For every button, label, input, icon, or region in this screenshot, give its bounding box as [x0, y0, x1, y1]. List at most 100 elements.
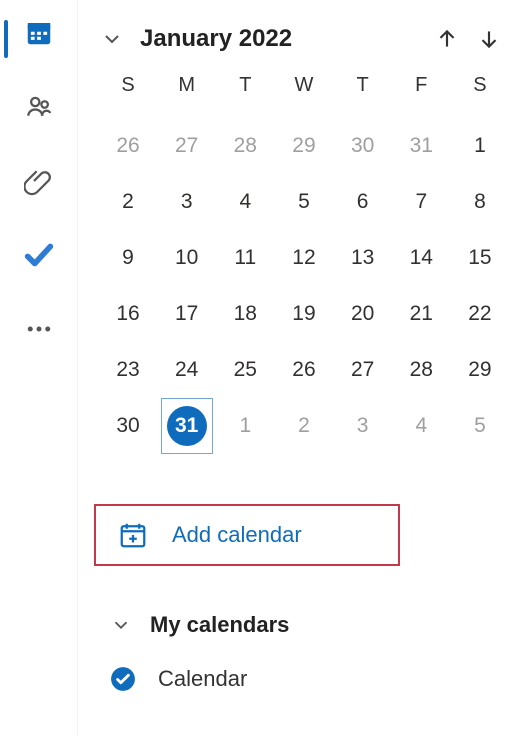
dow-header: S	[454, 74, 506, 118]
day-cell[interactable]: 3	[337, 398, 389, 454]
day-number: 23	[106, 348, 150, 392]
day-cell[interactable]: 29	[278, 118, 330, 174]
day-cell[interactable]: 9	[102, 230, 154, 286]
arrow-down-icon	[476, 26, 502, 52]
day-cell[interactable]: 4	[219, 174, 271, 230]
day-number: 27	[165, 124, 209, 168]
day-number: 4	[399, 404, 443, 448]
day-cell[interactable]: 5	[278, 174, 330, 230]
day-cell[interactable]: 31	[161, 398, 213, 454]
calendar-item-label: Calendar	[158, 666, 247, 692]
day-number: 28	[399, 348, 443, 392]
nav-more[interactable]	[18, 308, 60, 350]
day-cell[interactable]: 21	[395, 286, 447, 342]
day-cell[interactable]: 2	[278, 398, 330, 454]
day-cell[interactable]: 2	[102, 174, 154, 230]
day-cell[interactable]: 27	[161, 118, 213, 174]
month-grid: SMTWTFS 26272829303112345678910111213141…	[102, 74, 506, 454]
day-number: 21	[399, 292, 443, 336]
day-cell[interactable]: 3	[161, 174, 213, 230]
day-cell[interactable]: 4	[395, 398, 447, 454]
day-number: 24	[165, 348, 209, 392]
ellipsis-icon	[24, 314, 54, 344]
day-number: 5	[282, 180, 326, 224]
prev-month-button[interactable]	[430, 22, 464, 56]
nav-attachments[interactable]	[18, 160, 60, 202]
day-cell[interactable]: 6	[337, 174, 389, 230]
day-number: 9	[106, 236, 150, 280]
day-cell[interactable]: 23	[102, 342, 154, 398]
day-cell[interactable]: 11	[219, 230, 271, 286]
add-calendar-label: Add calendar	[172, 522, 302, 548]
dow-header: F	[395, 74, 447, 118]
day-number: 13	[341, 236, 385, 280]
day-cell[interactable]: 18	[219, 286, 271, 342]
day-cell[interactable]: 22	[454, 286, 506, 342]
chevron-down-icon	[100, 27, 124, 51]
day-cell[interactable]: 7	[395, 174, 447, 230]
day-cell[interactable]: 13	[337, 230, 389, 286]
day-cell[interactable]: 27	[337, 342, 389, 398]
day-cell[interactable]: 1	[454, 118, 506, 174]
day-number: 31	[167, 406, 207, 446]
day-cell[interactable]: 28	[219, 118, 271, 174]
chevron-down-icon	[110, 614, 132, 636]
day-cell[interactable]: 31	[395, 118, 447, 174]
day-number: 29	[458, 348, 502, 392]
my-calendars-section-toggle[interactable]: My calendars	[98, 612, 506, 638]
next-month-button[interactable]	[472, 22, 506, 56]
day-number: 26	[106, 124, 150, 168]
month-header: January 2022	[98, 0, 506, 74]
calendar-list-item[interactable]: Calendar	[98, 666, 506, 692]
day-number: 14	[399, 236, 443, 280]
app-nav-rail	[0, 0, 78, 736]
checkmark-icon	[22, 238, 56, 272]
day-cell[interactable]: 19	[278, 286, 330, 342]
day-number: 28	[223, 124, 267, 168]
day-number: 30	[341, 124, 385, 168]
day-number: 18	[223, 292, 267, 336]
calendar-panel: January 2022 SMTWTFS 2627282930311234567…	[78, 0, 526, 736]
month-picker-toggle[interactable]	[98, 25, 126, 53]
day-cell[interactable]: 1	[219, 398, 271, 454]
day-cell[interactable]: 15	[454, 230, 506, 286]
day-cell[interactable]: 26	[278, 342, 330, 398]
add-calendar-button[interactable]: Add calendar	[96, 520, 398, 550]
day-number: 1	[223, 404, 267, 448]
day-cell[interactable]: 12	[278, 230, 330, 286]
day-cell[interactable]: 24	[161, 342, 213, 398]
day-cell[interactable]: 26	[102, 118, 154, 174]
day-number: 2	[282, 404, 326, 448]
people-icon	[24, 92, 54, 122]
day-cell[interactable]: 14	[395, 230, 447, 286]
dow-header: S	[102, 74, 154, 118]
day-cell[interactable]: 28	[395, 342, 447, 398]
day-number: 30	[106, 404, 150, 448]
day-number: 1	[458, 124, 502, 168]
day-cell[interactable]: 30	[337, 118, 389, 174]
day-number: 5	[458, 404, 502, 448]
add-calendar-highlight: Add calendar	[94, 504, 400, 566]
day-number: 11	[223, 236, 267, 280]
day-cell[interactable]: 8	[454, 174, 506, 230]
day-cell[interactable]: 5	[454, 398, 506, 454]
day-cell[interactable]: 10	[161, 230, 213, 286]
day-number: 16	[106, 292, 150, 336]
day-cell[interactable]: 25	[219, 342, 271, 398]
day-cell[interactable]: 17	[161, 286, 213, 342]
day-cell[interactable]: 29	[454, 342, 506, 398]
calendar-icon	[24, 18, 54, 48]
checkbox-checked-icon	[110, 666, 136, 692]
nav-people[interactable]	[18, 86, 60, 128]
day-number: 8	[458, 180, 502, 224]
day-cell[interactable]: 20	[337, 286, 389, 342]
day-number: 17	[165, 292, 209, 336]
dow-header: T	[337, 74, 389, 118]
nav-tasks[interactable]	[18, 234, 60, 276]
day-number: 6	[341, 180, 385, 224]
day-cell[interactable]: 16	[102, 286, 154, 342]
nav-calendar[interactable]	[18, 12, 60, 54]
day-number: 19	[282, 292, 326, 336]
day-cell[interactable]: 30	[102, 398, 154, 454]
dow-header: T	[219, 74, 271, 118]
